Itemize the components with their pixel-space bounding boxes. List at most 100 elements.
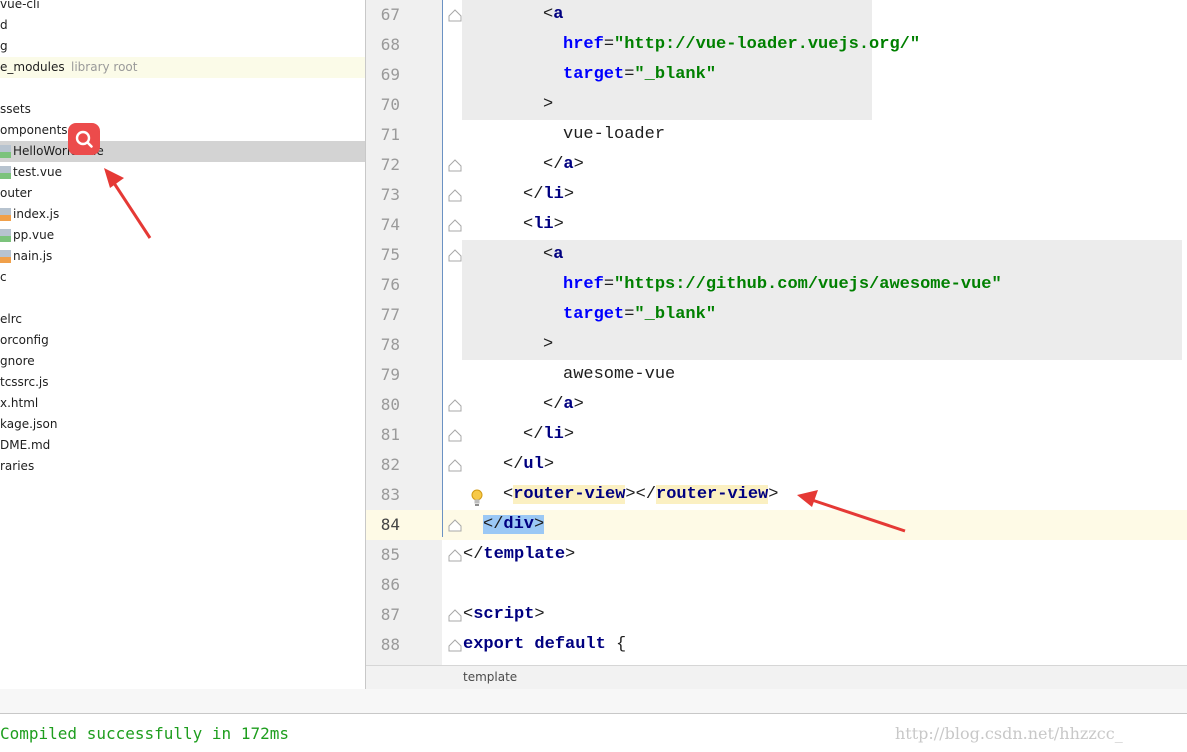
fold-marker-icon[interactable]: [448, 548, 462, 562]
code-line[interactable]: 84 </div>: [366, 510, 1187, 540]
tree-item[interactable]: ssets: [0, 99, 365, 120]
code-line[interactable]: 86: [366, 570, 1187, 600]
tree-item[interactable]: x.html: [0, 393, 365, 414]
tree-item[interactable]: nain.js: [0, 246, 365, 267]
code-text[interactable]: </li>: [523, 420, 574, 450]
tree-item[interactable]: HelloWorld.vue: [0, 141, 365, 162]
fold-marker-icon[interactable]: [448, 398, 462, 412]
line-number: 69: [380, 65, 400, 84]
fold-indicator-line: [442, 0, 443, 537]
code-text[interactable]: </template>: [463, 540, 575, 570]
code-line[interactable]: 75 <a: [366, 240, 1187, 270]
fold-marker-icon[interactable]: [448, 248, 462, 262]
code-text[interactable]: href="http://vue-loader.vuejs.org/": [563, 30, 920, 60]
code-token: ul: [523, 455, 544, 474]
line-number: 77: [380, 305, 400, 324]
fold-marker-icon[interactable]: [448, 608, 462, 622]
tree-item[interactable]: tcssrc.js: [0, 372, 365, 393]
tree-item[interactable]: gnore: [0, 351, 365, 372]
code-token: "_blank": [634, 305, 717, 324]
fold-marker-icon[interactable]: [448, 638, 462, 652]
tree-item-label: gnore: [0, 354, 35, 368]
code-line[interactable]: 79 awesome-vue: [366, 360, 1187, 390]
code-line[interactable]: 76 href="https://github.com/vuejs/awesome…: [366, 270, 1187, 300]
code-text[interactable]: >: [543, 90, 553, 120]
fold-marker-icon[interactable]: [448, 8, 462, 22]
code-text[interactable]: <router-view></router-view>: [503, 480, 778, 510]
code-text[interactable]: <a: [543, 0, 563, 30]
code-editor[interactable]: 67 <a 68 href="http://vue-loader.vuejs.org/…: [366, 0, 1187, 665]
fold-marker-icon[interactable]: [448, 458, 462, 472]
code-text[interactable]: <script>: [463, 600, 545, 630]
code-token: </: [543, 155, 564, 174]
library-root-tag: library root: [71, 60, 138, 74]
tree-item[interactable]: orconfig: [0, 330, 365, 351]
tree-item[interactable]: c: [0, 267, 365, 288]
code-line[interactable]: 87 <script>: [366, 600, 1187, 630]
fold-marker-icon[interactable]: [448, 188, 462, 202]
tree-item[interactable]: DME.md: [0, 435, 365, 456]
code-token: {: [616, 635, 627, 654]
code-line[interactable]: 74 <li>: [366, 210, 1187, 240]
code-text[interactable]: </li>: [523, 180, 574, 210]
tree-item[interactable]: raries: [0, 456, 365, 477]
tree-item[interactable]: pp.vue: [0, 225, 365, 246]
tree-item[interactable]: [0, 288, 365, 309]
code-text[interactable]: target="_blank": [563, 300, 716, 330]
code-text[interactable]: <a: [543, 240, 563, 270]
code-line[interactable]: 81 </li>: [366, 420, 1187, 450]
tree-item[interactable]: [0, 78, 365, 99]
tree-item[interactable]: outer: [0, 183, 365, 204]
code-line[interactable]: 82 </ul>: [366, 450, 1187, 480]
tree-item[interactable]: kage.json: [0, 414, 365, 435]
code-text[interactable]: >: [543, 330, 553, 360]
code-text[interactable]: </a>: [543, 390, 584, 420]
code-line[interactable]: 85 </template>: [366, 540, 1187, 570]
fold-marker-icon[interactable]: [448, 518, 462, 532]
code-line[interactable]: 72 </a>: [366, 150, 1187, 180]
code-token: href: [563, 35, 604, 54]
code-line[interactable]: 68 href="http://vue-loader.vuejs.org/": [366, 30, 1187, 60]
lightbulb-icon[interactable]: [470, 489, 484, 507]
code-line[interactable]: 70 >: [366, 90, 1187, 120]
code-text[interactable]: awesome-vue: [563, 360, 675, 390]
code-line[interactable]: 78 >: [366, 330, 1187, 360]
fold-marker-icon[interactable]: [448, 428, 462, 442]
tree-item[interactable]: elrc: [0, 309, 365, 330]
code-line[interactable]: 83 <router-view></router-view>: [366, 480, 1187, 510]
tree-item[interactable]: test.vue: [0, 162, 365, 183]
code-line[interactable]: 71 vue-loader: [366, 120, 1187, 150]
tree-item[interactable]: g: [0, 36, 365, 57]
fold-marker-icon[interactable]: [448, 218, 462, 232]
code-token: router-view: [656, 485, 769, 504]
tree-item[interactable]: index.js: [0, 204, 365, 225]
tree-item-label: vue-cli: [0, 0, 40, 11]
tree-item-label: tcssrc.js: [0, 375, 49, 389]
code-text[interactable]: <li>: [523, 210, 564, 240]
code-line[interactable]: 88 export default {: [366, 630, 1187, 660]
tree-item[interactable]: vue-cli: [0, 0, 365, 15]
code-text[interactable]: href="https://github.com/vuejs/awesome-v…: [563, 270, 1002, 300]
code-line[interactable]: 67 <a: [366, 0, 1187, 30]
code-line[interactable]: 77 target="_blank": [366, 300, 1187, 330]
breadcrumb-item-template[interactable]: template: [463, 670, 517, 684]
code-text[interactable]: vue-loader: [563, 120, 665, 150]
tree-item-label: raries: [0, 459, 35, 473]
code-line[interactable]: 73 </li>: [366, 180, 1187, 210]
tree-item[interactable]: omponents: [0, 120, 365, 141]
code-text[interactable]: </a>: [543, 150, 584, 180]
code-text[interactable]: export default {: [463, 630, 626, 660]
code-line[interactable]: 80 </a>: [366, 390, 1187, 420]
code-line[interactable]: 69 target="_blank": [366, 60, 1187, 90]
tree-item-label: kage.json: [0, 417, 58, 431]
search-icon[interactable]: [68, 123, 100, 155]
code-text[interactable]: target="_blank": [563, 60, 716, 90]
tree-item[interactable]: d: [0, 15, 365, 36]
fold-marker-icon[interactable]: [448, 158, 462, 172]
code-text[interactable]: </div>: [483, 510, 545, 540]
tree-item-label: ssets: [0, 102, 31, 116]
code-token: =: [603, 275, 615, 294]
code-text[interactable]: </ul>: [503, 450, 554, 480]
line-number: 67: [380, 5, 400, 24]
tree-item[interactable]: e_modules library root: [0, 57, 365, 78]
